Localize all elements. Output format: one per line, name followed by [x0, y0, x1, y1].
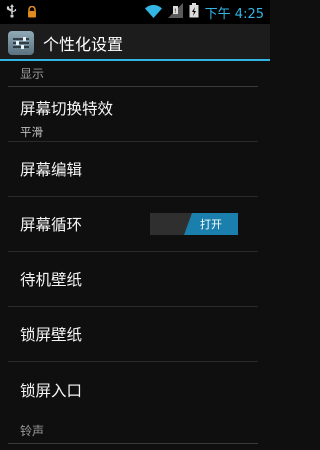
- toggle-on-label: 打开: [184, 213, 238, 235]
- list-item-lockscreen-entry[interactable]: 锁屏入口: [8, 362, 258, 417]
- wifi-icon: [144, 3, 162, 22]
- settings-sliders-icon[interactable]: [8, 30, 34, 55]
- list-item-title: 屏幕编辑: [20, 161, 83, 179]
- list-item-title: 锁屏壁纸: [20, 326, 83, 344]
- list-item-title: 屏幕切换特效: [20, 100, 114, 118]
- list-item-title: 待机壁纸: [20, 271, 83, 289]
- page-title: 个性化设置: [43, 34, 124, 54]
- status-bar: ! 下午 4:25: [0, 0, 270, 24]
- action-bar: 个性化设置: [0, 24, 270, 61]
- list-item-lockscreen-wallpaper[interactable]: 锁屏壁纸: [8, 307, 258, 362]
- signal-icon: !: [167, 2, 183, 22]
- screen-loop-toggle[interactable]: 打开: [150, 213, 238, 235]
- list-item-standby-wallpaper[interactable]: 待机壁纸: [8, 252, 258, 307]
- battery-icon: [189, 2, 199, 22]
- list-item-title: 锁屏入口: [20, 381, 83, 400]
- lock-icon: [27, 3, 37, 22]
- section-header-label: 显示: [20, 67, 45, 81]
- list-item-title: 屏幕循环: [20, 216, 83, 234]
- section-header-display: 显示: [8, 61, 258, 87]
- list-item-screen-loop[interactable]: 屏幕循环 打开: [8, 197, 258, 252]
- status-time: 下午 4:25: [204, 6, 264, 22]
- usb-icon: [6, 3, 18, 22]
- section-header-ringtone: 铃声: [8, 418, 258, 444]
- svg-text:!: !: [174, 8, 176, 15]
- section-header-label: 铃声: [20, 424, 45, 438]
- list-item-screen-transition[interactable]: 屏幕切换特效 平滑: [8, 87, 258, 142]
- list-item-screen-edit[interactable]: 屏幕编辑: [8, 142, 258, 197]
- list-item-subtitle: 平滑: [20, 125, 43, 139]
